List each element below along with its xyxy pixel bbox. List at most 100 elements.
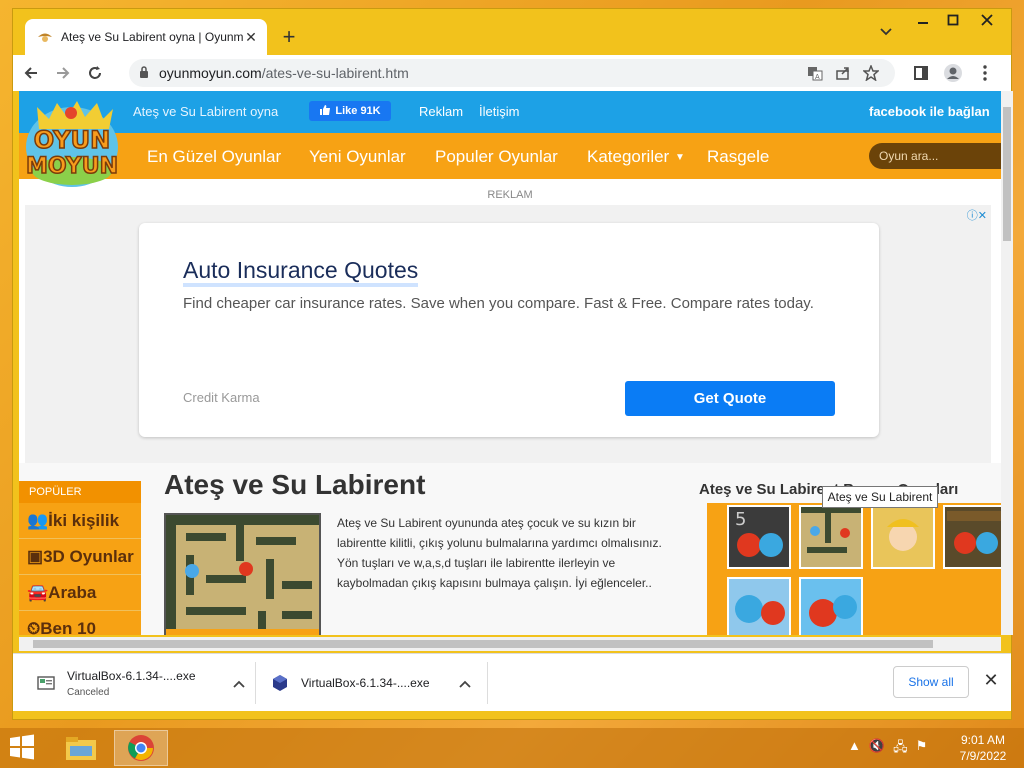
ad-container: ⓘ✕ Auto Insurance Quotes Find cheaper ca… [25,205,991,463]
maximize-button[interactable] [939,13,967,35]
system-tray: ▲ 🔇 🖧 ⚑ [848,738,944,758]
nav-item-en-guzel[interactable]: En Güzel Oyunlar [147,147,281,167]
horizontal-scrollbar-thumb[interactable] [33,640,933,648]
site-logo[interactable]: OYUN MOYUN [19,93,125,189]
sidebar-item-label: Araba [48,583,97,602]
cube-icon: ▣ [27,547,44,566]
similar-game-tile[interactable]: 5 [727,505,791,569]
sidebar-item-label: 3D Oyunlar [43,547,134,566]
translate-icon[interactable]: A [801,61,829,85]
tooltip: Ateş ve Su Labirent [822,486,938,508]
url-path: /ates-ve-su-labirent.htm [261,65,409,81]
sidebar-item-ben-10[interactable]: ⏲Ben 10 [19,611,141,635]
download-item[interactable]: VirtualBox-6.1.34-....exe [271,654,471,712]
download-filename: VirtualBox-6.1.34-....exe [67,668,196,683]
menu-kebab-icon[interactable] [971,59,999,87]
ad-card[interactable]: Auto Insurance Quotes Find cheaper car i… [139,223,879,437]
similar-game-tile[interactable] [871,505,935,569]
similar-game-tile[interactable] [943,505,1001,569]
download-options-chevron-icon[interactable] [459,675,471,691]
site-search-input[interactable]: Oyun ara... [869,143,1001,169]
side-panel-icon[interactable] [907,59,935,87]
vertical-scrollbar[interactable] [1001,91,1013,635]
download-options-chevron-icon[interactable] [233,675,245,691]
desktop-icons-edge [0,55,12,185]
download-divider [255,662,256,704]
address-bar[interactable]: oyunmoyun.com/ates-ve-su-labirent.htm A [129,59,895,87]
download-divider [487,662,488,704]
nav-item-rasgele[interactable]: Rasgele [707,147,769,167]
forward-button[interactable] [49,59,77,87]
similar-game-tile[interactable] [727,577,791,635]
download-item[interactable]: VirtualBox-6.1.34-....exe Canceled [37,654,245,712]
similar-game-tile[interactable] [799,577,863,635]
vertical-scrollbar-thumb[interactable] [1003,107,1011,241]
download-status: Canceled [67,686,110,698]
url-domain: oyunmoyun.com [159,65,262,81]
similar-games-grid: 5 [707,503,1001,635]
browser-window: Ateş ve Su Labirent oyna | Oyunmoyun ✕ + [12,8,1013,720]
close-download-bar-icon[interactable]: ✕ [979,670,1003,694]
facebook-like-button[interactable]: Like 91K [309,101,391,121]
site-nav-bar: En Güzel Oyunlar Yeni Oyunlar Populer Oy… [19,133,1001,179]
tab-strip: Ateş ve Su Labirent oyna | Oyunmoyun ✕ + [13,9,1011,55]
profile-avatar-icon[interactable] [939,59,967,87]
download-bar: VirtualBox-6.1.34-....exe Canceled Virtu… [13,653,1011,711]
facebook-connect-link[interactable]: facebook ile bağlan [869,104,990,119]
sidebar-item-araba[interactable]: 🚘Araba [19,575,141,611]
nav-item-yeni[interactable]: Yeni Oyunlar [309,147,406,167]
tab-title: Ateş ve Su Labirent oyna | Oyunmoyun [61,30,243,44]
action-center-flag-icon[interactable]: ⚑ [916,738,928,758]
url-text[interactable]: oyunmoyun.com/ates-ve-su-labirent.htm [159,65,801,81]
reklam-link[interactable]: Reklam [419,104,463,119]
chrome-taskbar-icon[interactable] [114,730,168,766]
game-description: Ateş ve Su Labirent oyununda ateş çocuk … [337,516,662,590]
show-all-downloads-button[interactable]: Show all [893,666,969,698]
sidebar-item-3d-oyunlar[interactable]: ▣3D Oyunlar [19,539,141,575]
game-title: Ateş ve Su Labirent [164,469,426,500]
tab-active[interactable]: Ateş ve Su Labirent oyna | Oyunmoyun ✕ [25,19,267,55]
volume-muted-icon[interactable]: 🔇 [869,738,885,758]
similar-game-tile[interactable] [799,505,863,569]
page-viewport: Ateş ve Su Labirent oyna Like 91K Reklam… [19,91,1001,635]
start-button-windows-icon[interactable] [6,732,42,764]
browser-toolbar: oyunmoyun.com/ates-ve-su-labirent.htm A [13,55,1011,91]
sidebar-item-iki-kisilik[interactable]: 👥İki kişilik [19,503,141,539]
sidebar-item-label: İki kişilik [48,511,120,530]
ad-label: REKLAM [487,189,533,201]
topbar-title-link[interactable]: Ateş ve Su Labirent oyna [133,104,278,119]
game-thumbnail[interactable] [164,513,321,635]
iletisim-link[interactable]: İletişim [479,104,519,119]
ad-headline[interactable]: Auto Insurance Quotes [183,257,419,287]
minimize-button[interactable] [909,13,937,35]
lock-icon[interactable] [139,65,149,81]
tray-show-hidden-icon[interactable]: ▲ [848,738,861,758]
close-window-button[interactable] [973,13,1001,35]
tab-close-icon[interactable]: ✕ [243,29,259,45]
nav-item-kategoriler[interactable]: Kategoriler [587,147,669,167]
ad-choices-icon[interactable]: ⓘ✕ [967,207,987,223]
bookmark-star-icon[interactable] [857,61,885,85]
horizontal-scrollbar[interactable] [19,637,1001,651]
tab-search-chevron-icon[interactable] [875,25,897,47]
nav-item-populer[interactable]: Populer Oyunlar [435,147,558,167]
back-button[interactable] [17,59,45,87]
reload-button[interactable] [81,59,109,87]
file-icon [37,674,55,692]
nav-dropdown-caret-icon: ▼ [675,152,685,163]
logo-text-line1: OYUN [34,126,111,154]
share-icon[interactable] [829,61,857,85]
new-tab-button[interactable]: + [277,26,301,50]
ad-advertiser: Credit Karma [183,390,260,405]
sidebar-item-label: Ben 10 [40,619,97,635]
virtualbox-icon [271,674,289,692]
popular-sidebar: POPÜLER 👥İki kişilik ▣3D Oyunlar 🚘Araba … [19,481,141,635]
clock-date: 7/9/2022 [959,749,1007,763]
network-icon[interactable]: 🖧 [893,738,908,758]
people-icon: 👥 [27,511,49,530]
file-explorer-icon[interactable] [54,730,108,766]
get-quote-button[interactable]: Get Quote [625,381,835,416]
site-top-bar: Ateş ve Su Labirent oyna Like 91K Reklam… [19,91,1001,133]
taskbar-clock[interactable]: 9:01 AM 7/9/2022 [952,732,1014,764]
clock-time: 9:01 AM [960,733,1006,747]
